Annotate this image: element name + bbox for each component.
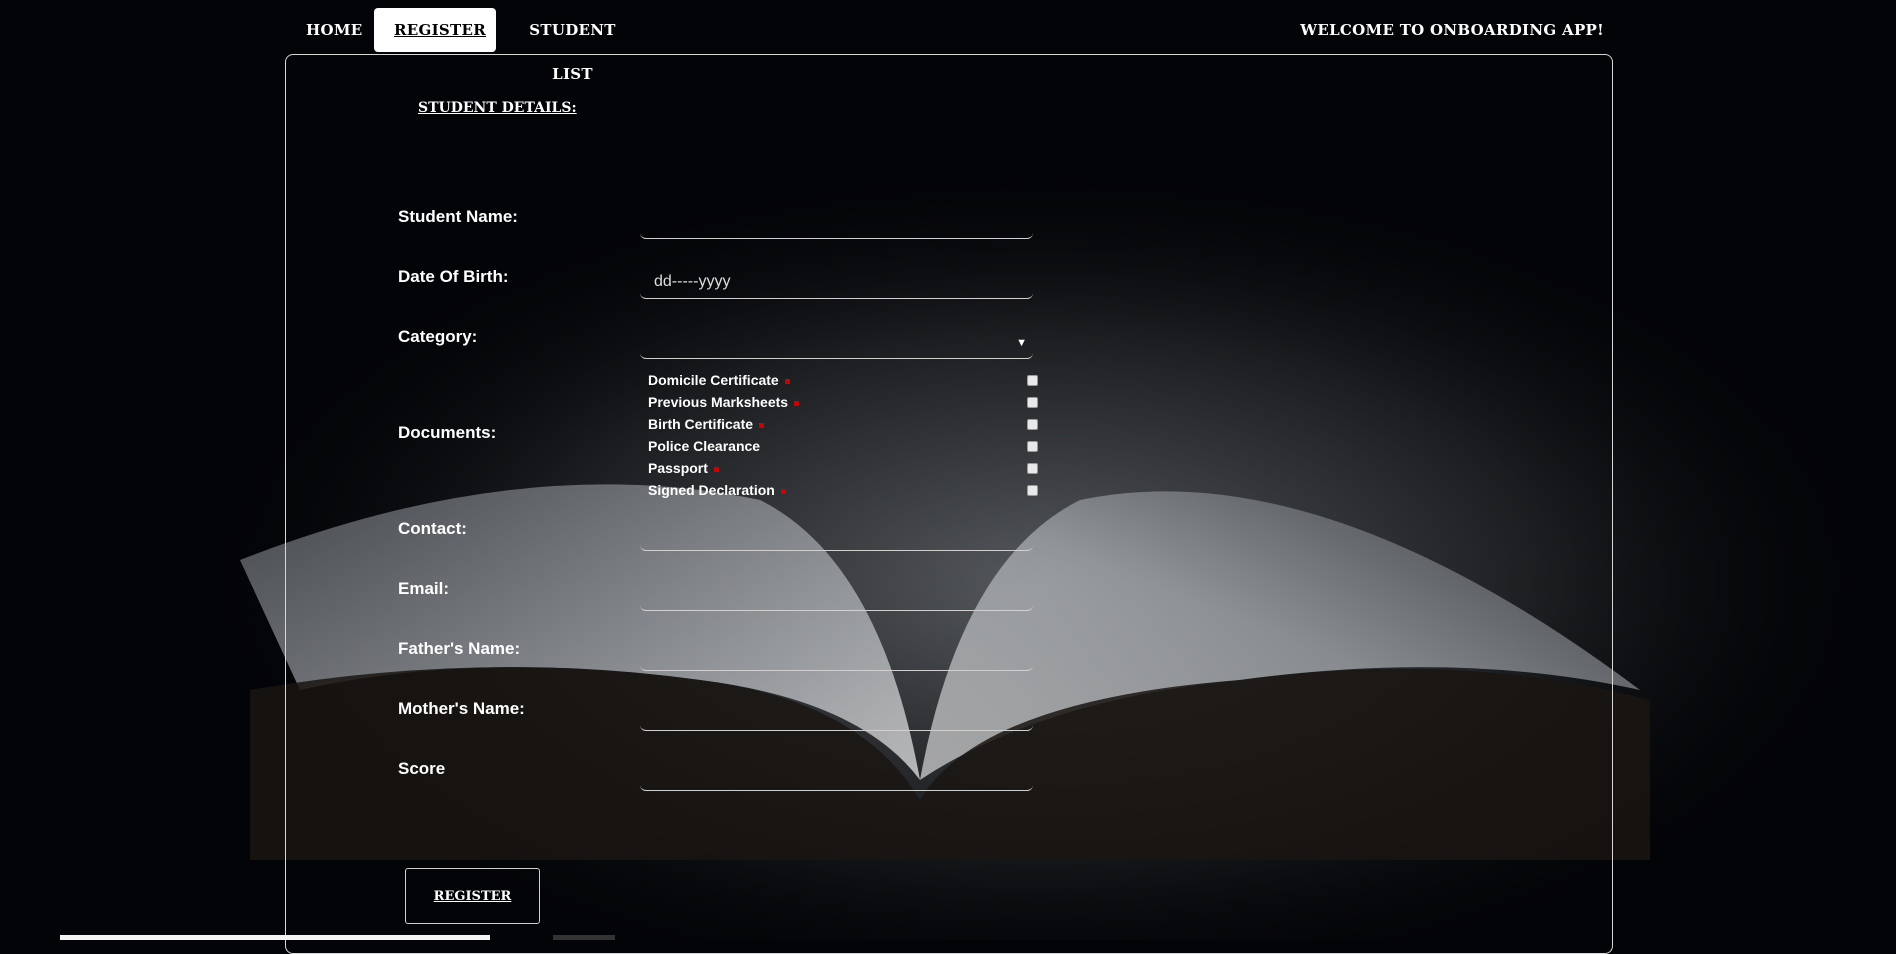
dob-input[interactable]: dd-----yyyy bbox=[640, 265, 1033, 299]
required-marker bbox=[759, 422, 765, 428]
top-nav: HOME REGISTER STUDENT LIST WELCOME TO ON… bbox=[0, 0, 1896, 83]
registration-panel bbox=[285, 54, 1613, 954]
father-name-label: Father's Name: bbox=[398, 639, 521, 658]
scrollbar-marker bbox=[553, 935, 615, 940]
document-checkbox[interactable] bbox=[1027, 485, 1038, 496]
document-checkbox[interactable] bbox=[1027, 441, 1038, 452]
document-checkbox[interactable] bbox=[1027, 419, 1038, 430]
student-name-input[interactable] bbox=[640, 205, 1033, 239]
required-marker bbox=[780, 488, 786, 494]
score-input[interactable] bbox=[640, 757, 1033, 791]
nav-student-list-link[interactable]: STUDENT LIST bbox=[500, 8, 645, 83]
document-label: Previous Marksheets bbox=[648, 394, 789, 410]
document-item: Passport bbox=[648, 460, 1038, 480]
document-label: Birth Certificate bbox=[648, 416, 754, 432]
nav-home-link[interactable]: HOME bbox=[286, 8, 372, 52]
nav-register-tab[interactable]: REGISTER bbox=[374, 8, 496, 52]
dob-label: Date Of Birth: bbox=[398, 267, 509, 286]
document-item: Previous Marksheets bbox=[648, 394, 1038, 414]
category-label: Category: bbox=[398, 327, 478, 346]
document-label: Signed Declaration bbox=[648, 482, 775, 498]
document-checkbox[interactable] bbox=[1027, 375, 1038, 386]
category-select[interactable]: ▼ bbox=[640, 325, 1033, 359]
mother-name-label: Mother's Name: bbox=[398, 699, 525, 718]
required-marker bbox=[794, 400, 800, 406]
documents-label: Documents: bbox=[398, 423, 497, 442]
document-item: Police Clearance bbox=[648, 438, 1038, 458]
scrollbar-thumb[interactable] bbox=[60, 935, 490, 940]
section-title: STUDENT DETAILS: bbox=[418, 100, 577, 116]
required-marker bbox=[784, 378, 790, 384]
document-label: Domicile Certificate bbox=[648, 372, 779, 388]
chevron-down-icon: ▼ bbox=[1016, 337, 1027, 349]
mother-name-input[interactable] bbox=[640, 697, 1033, 731]
document-label: Passport bbox=[648, 460, 708, 476]
contact-input[interactable] bbox=[640, 517, 1033, 551]
student-name-label: Student Name: bbox=[398, 207, 518, 226]
score-label: Score bbox=[398, 759, 446, 778]
email-input[interactable] bbox=[640, 577, 1033, 611]
document-checkbox[interactable] bbox=[1027, 397, 1038, 408]
contact-label: Contact: bbox=[398, 519, 467, 538]
email-label: Email: bbox=[398, 579, 450, 598]
register-button[interactable]: REGISTER bbox=[405, 868, 540, 924]
father-name-input[interactable] bbox=[640, 637, 1033, 671]
required-marker bbox=[713, 466, 719, 472]
document-item: Domicile Certificate bbox=[648, 372, 1038, 392]
welcome-text: WELCOME TO ONBOARDING APP! bbox=[1300, 21, 1604, 39]
document-item: Birth Certificate bbox=[648, 416, 1038, 436]
document-label: Police Clearance bbox=[648, 438, 761, 454]
document-checkbox[interactable] bbox=[1027, 463, 1038, 474]
document-item: Signed Declaration bbox=[648, 482, 1038, 502]
